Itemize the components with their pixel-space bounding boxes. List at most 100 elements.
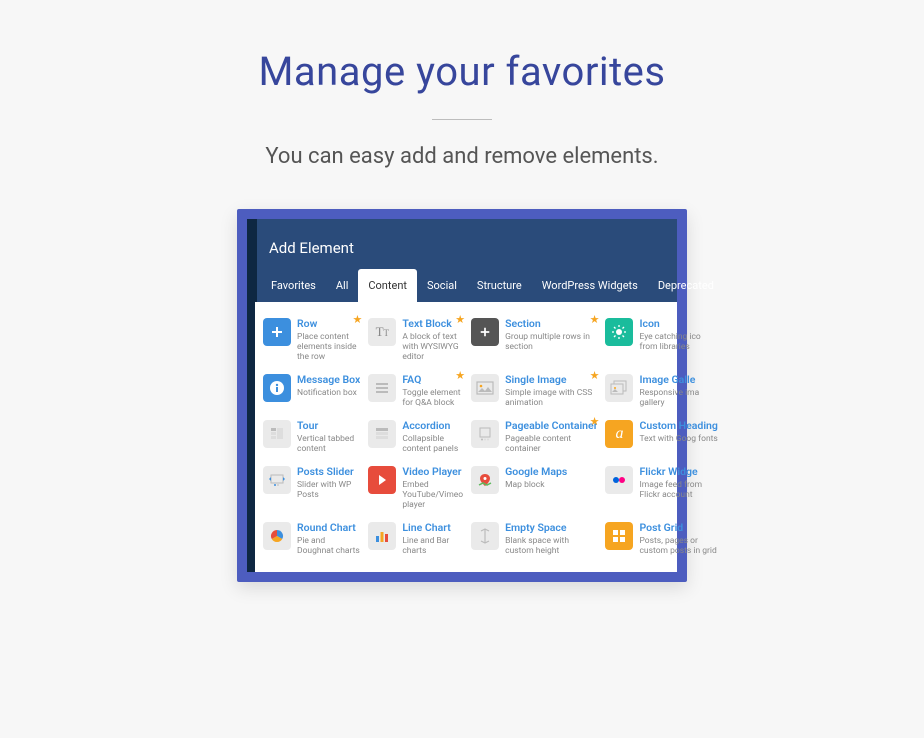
element-post-grid[interactable]: Post GridPosts, pages or custom posts in… xyxy=(601,516,721,562)
element-description: Text with Goog fonts xyxy=(639,434,717,444)
element-title: Custom Heading xyxy=(639,420,717,433)
sun-icon xyxy=(605,318,633,346)
element-title: Video Player xyxy=(402,466,463,479)
element-posts-slider[interactable]: Posts SliderSlider with WP Posts xyxy=(259,460,364,516)
element-description: Pageable content container xyxy=(505,434,597,454)
a-icon: a xyxy=(605,420,633,448)
element-title: Single Image xyxy=(505,374,597,387)
element-description: Place content elements inside the row xyxy=(297,332,360,363)
element-title: Round Chart xyxy=(297,522,360,535)
element-description: Eye catching ico from libraries xyxy=(639,332,717,352)
element-title: Tour xyxy=(297,420,360,433)
element-title: Post Grid xyxy=(639,522,717,535)
tab-all[interactable]: All xyxy=(326,269,359,302)
element-round-chart[interactable]: Round ChartPie and Doughnat charts xyxy=(259,516,364,562)
element-title: Section xyxy=(505,318,597,331)
element-title: Message Box xyxy=(297,374,360,387)
plus-dark-icon xyxy=(471,318,499,346)
element-description: Responsive ima gallery xyxy=(639,388,717,408)
star-icon[interactable]: ★ xyxy=(590,370,600,381)
elements-grid: RowPlace content elements inside the row… xyxy=(255,302,677,572)
info-icon xyxy=(263,374,291,402)
modal-wrapper: Add Element FavoritesAllContentSocialStr… xyxy=(237,209,687,582)
element-description: Line and Bar charts xyxy=(402,536,463,556)
accordion-icon xyxy=(368,420,396,448)
bars-icon xyxy=(368,522,396,550)
element-title: FAQ xyxy=(402,374,463,387)
tabs-v-icon xyxy=(263,420,291,448)
element-description: Group multiple rows in section xyxy=(505,332,597,352)
element-message-box[interactable]: Message BoxNotification box xyxy=(259,368,364,414)
element-accordion[interactable]: AccordionCollapsible content panels xyxy=(364,414,467,460)
element-title: Empty Space xyxy=(505,522,597,535)
modal-title: Add Element xyxy=(269,239,657,257)
slider-icon xyxy=(263,466,291,494)
play-icon xyxy=(368,466,396,494)
element-title: Accordion xyxy=(402,420,463,433)
grid-icon xyxy=(605,522,633,550)
element-text-block[interactable]: TT Text BlockA block of text with WYSIWYG… xyxy=(364,312,467,368)
tab-favorites[interactable]: Favorites xyxy=(261,269,326,302)
element-description: Posts, pages or custom posts in grid xyxy=(639,536,717,556)
star-icon[interactable]: ★ xyxy=(352,314,362,325)
element-custom-heading[interactable]: a Custom HeadingText with Goog fonts xyxy=(601,414,721,460)
element-description: Collapsible content panels xyxy=(402,434,463,454)
pages-icon xyxy=(471,420,499,448)
tabs: FavoritesAllContentSocialStructureWordPr… xyxy=(247,269,677,302)
element-icon[interactable]: IconEye catching ico from libraries xyxy=(601,312,721,368)
flickr-icon xyxy=(605,466,633,494)
star-icon[interactable]: ★ xyxy=(455,314,465,325)
element-description: Blank space with custom height xyxy=(505,536,597,556)
element-description: Vertical tabbed content xyxy=(297,434,360,454)
element-section[interactable]: SectionGroup multiple rows in section ★ xyxy=(467,312,601,368)
element-description: Pie and Doughnat charts xyxy=(297,536,360,556)
element-title: Image Galle xyxy=(639,374,717,387)
map-icon xyxy=(471,466,499,494)
element-description: Toggle element for Q&A block xyxy=(402,388,463,408)
element-title: Row xyxy=(297,318,360,331)
tab-structure[interactable]: Structure xyxy=(467,269,532,302)
star-icon[interactable]: ★ xyxy=(590,416,600,427)
gallery-icon xyxy=(605,374,633,402)
plus-icon xyxy=(263,318,291,346)
element-description: Slider with WP Posts xyxy=(297,480,360,500)
element-title: Line Chart xyxy=(402,522,463,535)
element-title: Google Maps xyxy=(505,466,597,479)
tab-content[interactable]: Content xyxy=(358,269,417,302)
element-image-galle[interactable]: Image GalleResponsive ima gallery xyxy=(601,368,721,414)
element-video-player[interactable]: Video PlayerEmbed YouTube/Vimeo player xyxy=(364,460,467,516)
page-subtitle: You can easy add and remove elements. xyxy=(0,144,924,169)
element-title: Text Block xyxy=(402,318,463,331)
element-google-maps[interactable]: Google MapsMap block xyxy=(467,460,601,516)
space-icon xyxy=(471,522,499,550)
tab-deprecated[interactable]: Deprecated xyxy=(648,269,724,302)
element-line-chart[interactable]: Line ChartLine and Bar charts xyxy=(364,516,467,562)
element-description: Image feed from Flickr account xyxy=(639,480,717,500)
element-description: Notification box xyxy=(297,388,360,398)
divider xyxy=(432,119,492,120)
element-faq[interactable]: FAQToggle element for Q&A block ★ xyxy=(364,368,467,414)
element-title: Icon xyxy=(639,318,717,331)
element-pageable-container[interactable]: Pageable ContainerPageable content conta… xyxy=(467,414,601,460)
element-single-image[interactable]: Single ImageSimple image with CSS animat… xyxy=(467,368,601,414)
image-icon xyxy=(471,374,499,402)
modal-header: Add Element xyxy=(247,219,677,269)
modal-inner: Add Element FavoritesAllContentSocialStr… xyxy=(247,219,677,572)
page-title: Manage your favorites xyxy=(0,48,924,95)
text-icon: TT xyxy=(368,318,396,346)
pie-icon xyxy=(263,522,291,550)
list-icon xyxy=(368,374,396,402)
element-title: Pageable Container xyxy=(505,420,597,433)
element-empty-space[interactable]: Empty SpaceBlank space with custom heigh… xyxy=(467,516,601,562)
star-icon[interactable]: ★ xyxy=(455,370,465,381)
element-flickr-widge[interactable]: Flickr WidgeImage feed from Flickr accou… xyxy=(601,460,721,516)
element-row[interactable]: RowPlace content elements inside the row… xyxy=(259,312,364,368)
element-description: Simple image with CSS animation xyxy=(505,388,597,408)
tab-wordpress-widgets[interactable]: WordPress Widgets xyxy=(532,269,648,302)
element-description: A block of text with WYSIWYG editor xyxy=(402,332,463,363)
star-icon[interactable]: ★ xyxy=(590,314,600,325)
tab-social[interactable]: Social xyxy=(417,269,467,302)
element-tour[interactable]: TourVertical tabbed content xyxy=(259,414,364,460)
element-description: Embed YouTube/Vimeo player xyxy=(402,480,463,511)
element-description: Map block xyxy=(505,480,597,490)
